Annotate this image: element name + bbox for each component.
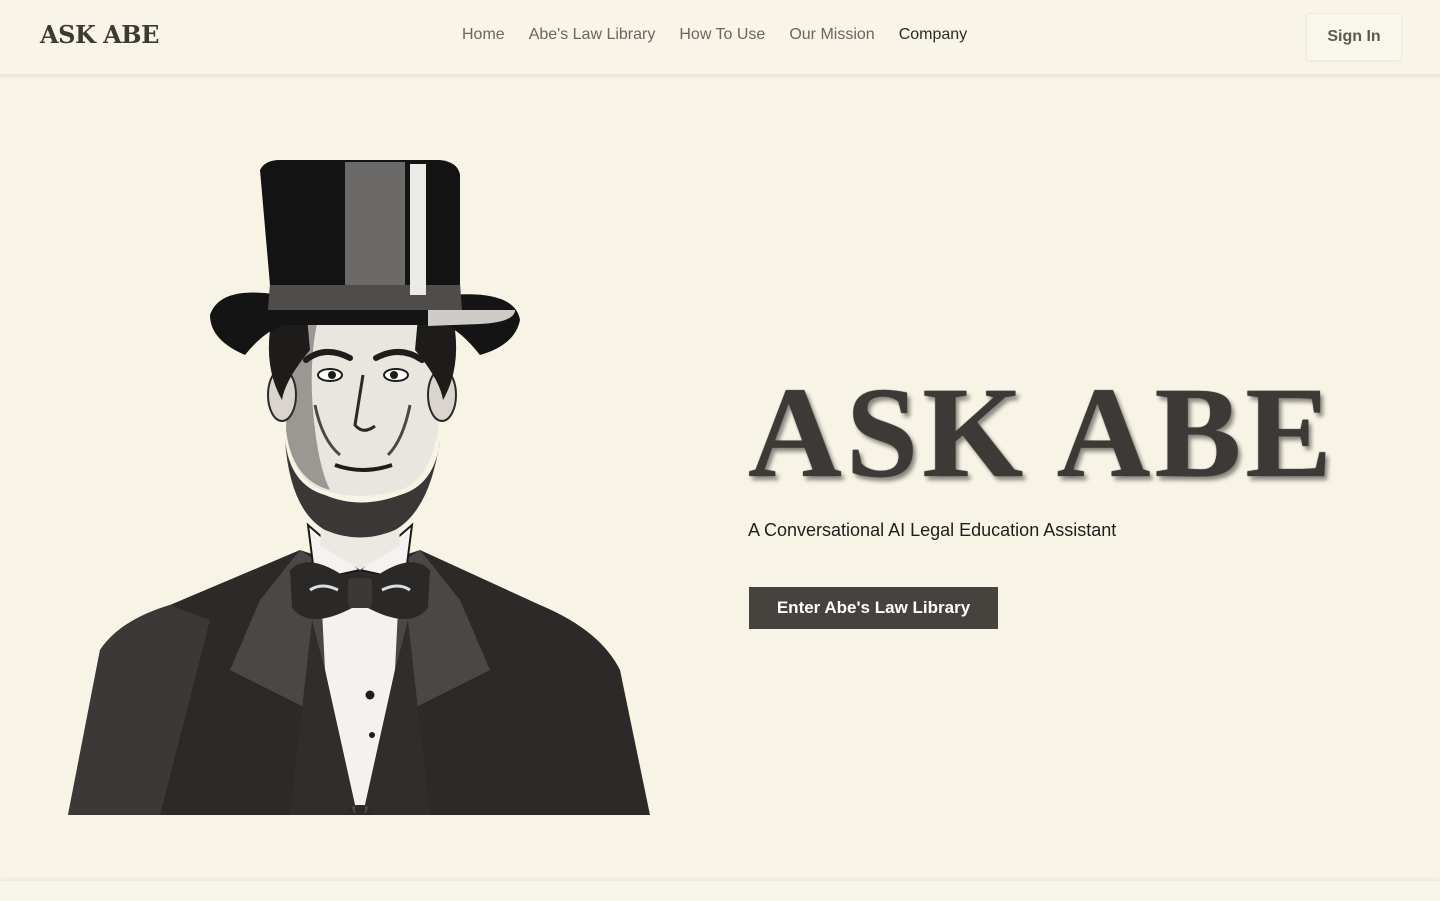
nav-law-library[interactable]: Abe's Law Library [529, 26, 656, 44]
site-header: ASK ABE Home Abe's Law Library How To Us… [0, 0, 1440, 75]
next-section-edge [0, 880, 1440, 901]
nav-our-mission[interactable]: Our Mission [789, 26, 874, 44]
abraham-lincoln-portrait-icon [60, 150, 660, 820]
main-nav: Home Abe's Law Library How To Use Our Mi… [462, 26, 967, 44]
nav-home[interactable]: Home [462, 26, 505, 44]
hero-subtitle: A Conversational AI Legal Education Assi… [748, 520, 1117, 540]
sign-in-button[interactable]: Sign In [1306, 13, 1402, 61]
nav-company[interactable]: Company [899, 26, 967, 44]
enter-law-library-button[interactable]: Enter Abe's Law Library [749, 587, 998, 629]
site-logo[interactable]: ASK ABE [40, 20, 159, 49]
nav-how-to-use[interactable]: How To Use [679, 26, 765, 44]
hero-title: ASK ABE [748, 361, 1336, 505]
